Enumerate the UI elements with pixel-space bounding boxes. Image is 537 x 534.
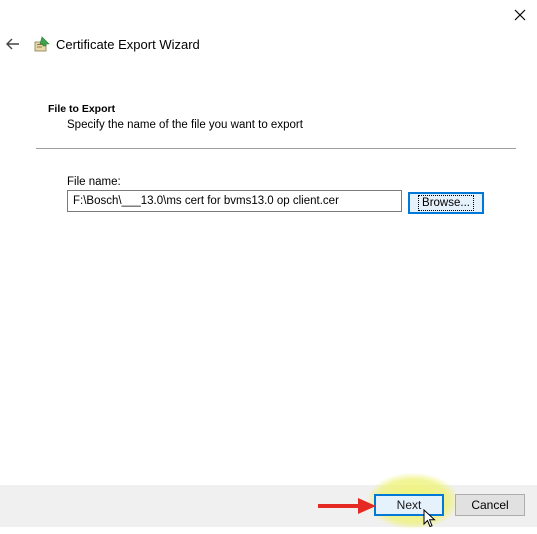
mouse-pointer-icon: [423, 508, 437, 529]
browse-button-label: Browse...: [418, 195, 474, 211]
certificate-icon: [33, 35, 51, 53]
browse-button[interactable]: Browse...: [408, 192, 484, 214]
file-name-label: File name:: [67, 176, 121, 188]
annotation-arrow-icon: [318, 495, 378, 517]
section-description: Specify the name of the file you want to…: [67, 119, 303, 131]
header-divider: [36, 148, 516, 149]
section-title: File to Export: [48, 103, 116, 115]
window-title: Certificate Export Wizard: [56, 37, 200, 52]
close-button[interactable]: [508, 4, 532, 26]
close-icon: [514, 9, 526, 21]
file-name-input[interactable]: [67, 190, 402, 212]
cancel-button[interactable]: Cancel: [455, 494, 525, 516]
back-button[interactable]: [2, 34, 24, 54]
back-arrow-icon: [6, 38, 19, 50]
